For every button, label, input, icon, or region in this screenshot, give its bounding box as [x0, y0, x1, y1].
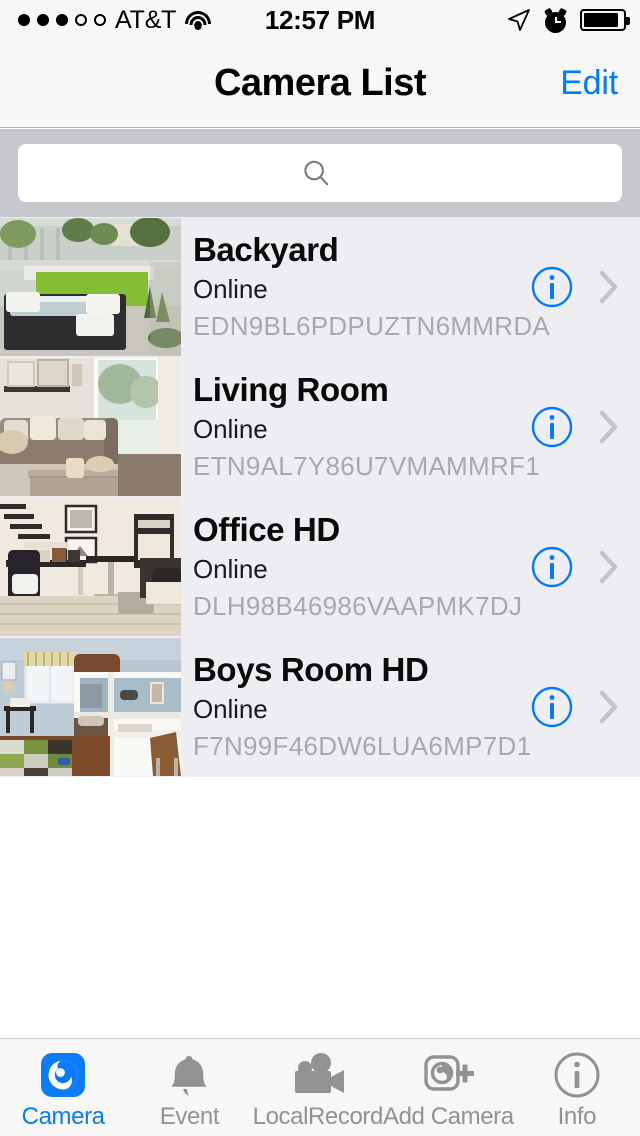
bell-icon — [163, 1049, 215, 1101]
info-circle-icon[interactable] — [530, 265, 574, 309]
tab-label: Event — [159, 1103, 220, 1130]
battery-icon — [580, 9, 630, 31]
backyard-patio-photo — [0, 218, 181, 356]
status-bar-right — [507, 7, 630, 33]
phone-screen: AT&T 12:57 PM Camera List Edit Backyard … — [0, 0, 640, 1136]
tab-add-camera[interactable]: Add Camera — [383, 1039, 514, 1136]
camera-uid: DLH98B46986VAAPMK7DJ — [193, 591, 523, 621]
camera-app-icon — [37, 1049, 89, 1101]
row-accessories — [530, 545, 620, 589]
camera-thumbnail[interactable] — [0, 358, 181, 496]
search-bar-container — [0, 129, 640, 217]
chevron-right-icon[interactable] — [598, 410, 620, 444]
add-camera-icon — [420, 1049, 476, 1101]
camera-uid: ETN9AL7Y86U7VMAMMRF1 — [193, 451, 540, 481]
navigation-bar: Camera List Edit — [0, 40, 640, 128]
camera-name: Office HD — [193, 511, 340, 548]
camera-thumbnail[interactable] — [0, 498, 181, 636]
chevron-right-icon[interactable] — [598, 270, 620, 304]
tab-localrecord[interactable]: LocalRecord — [253, 1039, 383, 1136]
camera-list: Backyard Online EDN9BL6PDPUZTN6MMRDA Liv… — [0, 217, 640, 777]
tab-event[interactable]: Event — [126, 1039, 252, 1136]
tab-camera[interactable]: Camera — [0, 1039, 126, 1136]
search-icon — [304, 160, 329, 186]
status-bar: AT&T 12:57 PM — [0, 0, 640, 40]
chevron-right-icon[interactable] — [598, 550, 620, 584]
camera-uid: EDN9BL6PDPUZTN6MMRDA — [193, 311, 551, 341]
location-arrow-icon — [508, 9, 530, 31]
home-office-desk-photo — [0, 498, 181, 636]
table-row[interactable]: Backyard Online EDN9BL6PDPUZTN6MMRDA — [0, 217, 640, 357]
table-row[interactable]: Living Room Online ETN9AL7Y86U7VMAMMRF1 — [0, 357, 640, 497]
camera-name: Boys Room HD — [193, 651, 429, 688]
alarm-clock-icon — [543, 7, 568, 33]
camera-thumbnail[interactable] — [0, 638, 181, 776]
boys-bunk-bed-room-photo — [0, 638, 181, 776]
tab-label: LocalRecord — [252, 1103, 384, 1130]
info-circle-icon — [551, 1049, 603, 1101]
info-circle-icon[interactable] — [530, 405, 574, 449]
tab-label: Add Camera — [382, 1103, 514, 1130]
tab-info[interactable]: Info — [514, 1039, 640, 1136]
info-circle-icon[interactable] — [530, 685, 574, 729]
tab-bar: Camera Event LocalRecord Add Camera Info — [0, 1038, 640, 1136]
search-input[interactable] — [18, 144, 622, 202]
chevron-right-icon[interactable] — [598, 690, 620, 724]
tab-label: Camera — [21, 1103, 105, 1130]
camera-name: Backyard — [193, 231, 339, 268]
info-circle-icon[interactable] — [530, 545, 574, 589]
edit-button[interactable]: Edit — [560, 64, 618, 103]
camera-uid: F7N99F46DW6LUA6MP7D1 — [193, 731, 532, 761]
camera-thumbnail[interactable] — [0, 218, 181, 356]
video-camera-icon — [289, 1049, 347, 1101]
tab-label: Info — [557, 1103, 597, 1130]
table-row[interactable]: Office HD Online DLH98B46986VAAPMK7DJ — [0, 497, 640, 637]
living-room-sofa-photo — [0, 358, 181, 496]
table-row[interactable]: Boys Room HD Online F7N99F46DW6LUA6MP7D1 — [0, 637, 640, 777]
row-accessories — [530, 685, 620, 729]
row-accessories — [530, 265, 620, 309]
row-accessories — [530, 405, 620, 449]
camera-name: Living Room — [193, 371, 389, 408]
page-title: Camera List — [213, 62, 427, 104]
